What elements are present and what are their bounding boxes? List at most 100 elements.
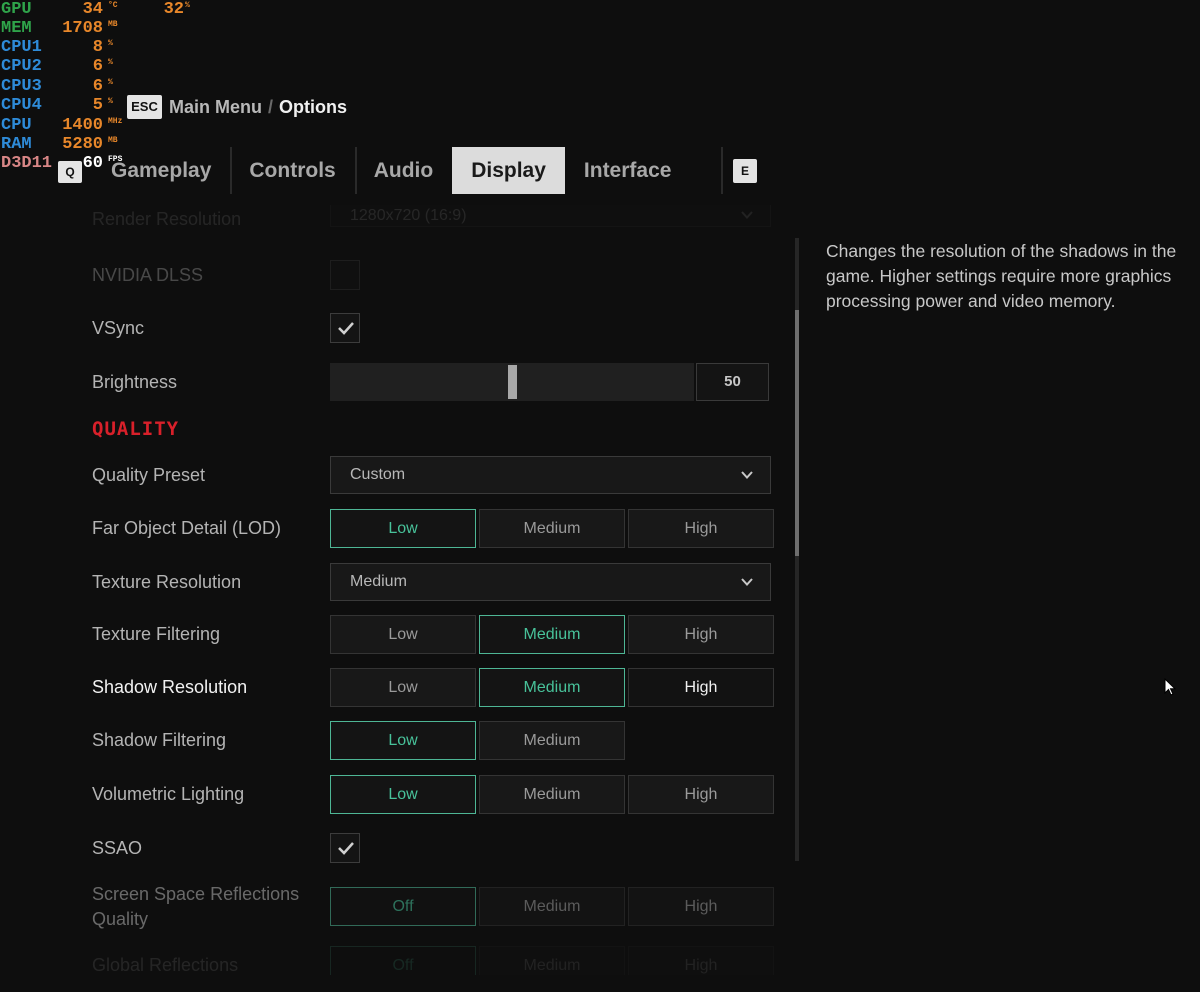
option-medium-button[interactable]: Medium — [479, 775, 625, 814]
option-high-button[interactable]: High — [628, 946, 774, 975]
setting-label: Texture Resolution — [92, 572, 242, 592]
checkmark-icon — [338, 842, 354, 855]
chevron-down-icon — [741, 211, 753, 219]
osd-value: 32 — [163, 0, 184, 19]
osd-unit: % — [108, 97, 113, 106]
breadcrumb-options: Options — [279, 97, 348, 117]
osd-cpu2-row: CPU2 6 % — [0, 57, 200, 77]
setting-label: NVIDIA DLSS — [92, 265, 204, 285]
global-reflections-options: Off Medium High — [330, 946, 777, 975]
ssao-checkbox[interactable] — [330, 833, 360, 863]
scrollbar-thumb[interactable] — [795, 310, 799, 556]
osd-unit: MB — [108, 20, 118, 29]
osd-gpu-row: GPU 34 °C 32 % — [0, 0, 200, 20]
option-medium-button[interactable]: Medium — [479, 615, 625, 654]
setting-label: Global Reflections — [92, 955, 239, 975]
breadcrumb-separator: / — [268, 97, 274, 117]
setting-label: Shadow Filtering — [92, 730, 227, 750]
setting-label: Render Resolution — [92, 209, 242, 229]
section-title-quality: QUALITY — [92, 418, 180, 440]
setting-render-resolution: Render Resolution 1280x720 (16:9) — [92, 205, 782, 241]
setting-volumetric-lighting: Volumetric Lighting Low Medium High — [92, 775, 782, 814]
setting-label: Volumetric Lighting — [92, 784, 245, 804]
option-medium-button[interactable]: Medium — [479, 946, 625, 975]
setting-quality-preset: Quality Preset Custom — [92, 456, 782, 494]
option-low-button[interactable]: Low — [330, 509, 476, 548]
setting-label: Far Object Detail (LOD) — [92, 518, 282, 538]
osd-cpu3-row: CPU3 6 % — [0, 77, 200, 97]
option-low-button[interactable]: Low — [330, 775, 476, 814]
option-high-button[interactable]: High — [628, 615, 774, 654]
osd-unit: % — [108, 78, 113, 87]
setting-ssao: SSAO — [92, 833, 782, 863]
tabs-divider — [721, 147, 723, 194]
settings-scrollbar[interactable] — [795, 238, 799, 861]
brightness-value[interactable]: 50 — [696, 363, 769, 401]
setting-ssr-quality: Screen Space Reflections Quality Off Med… — [92, 882, 782, 934]
setting-label: SSAO — [92, 838, 143, 858]
setting-brightness: Brightness 50 — [92, 363, 782, 401]
osd-value: 8 — [92, 38, 103, 57]
osd-unit: % — [108, 58, 113, 67]
brightness-slider[interactable] — [330, 363, 694, 401]
dropdown-value: Medium — [350, 573, 407, 590]
osd-value: 60 — [82, 154, 103, 173]
option-high-button[interactable]: High — [628, 775, 774, 814]
setting-shadow-resolution: Shadow Resolution Low Medium High — [92, 668, 782, 707]
texture-resolution-dropdown[interactable]: Medium — [330, 563, 771, 601]
osd-unit: % — [185, 1, 190, 10]
tab-controls[interactable]: Controls — [230, 147, 354, 194]
osd-d3d-row: D3D11 60 FPS — [0, 154, 200, 174]
osd-value: 5280 — [62, 135, 103, 154]
render-resolution-dropdown[interactable]: 1280x720 (16:9) — [330, 205, 771, 227]
osd-cpu1-row: CPU1 8 % — [0, 38, 200, 58]
nvidia-dlss-checkbox[interactable] — [330, 260, 360, 290]
next-tab-key[interactable]: E — [733, 159, 757, 183]
option-high-button[interactable]: High — [628, 668, 774, 707]
shadow-resolution-options: Low Medium High — [330, 668, 777, 707]
option-high-button[interactable]: High — [628, 509, 774, 548]
ssr-quality-options: Off Medium High — [330, 887, 777, 926]
vsync-checkbox[interactable] — [330, 313, 360, 343]
osd-value: 34 — [82, 0, 103, 19]
option-low-button[interactable]: Low — [330, 721, 476, 760]
option-high-button[interactable]: High — [628, 887, 774, 926]
chevron-down-icon — [741, 471, 753, 479]
osd-unit: FPS — [108, 155, 123, 164]
setting-label: Texture Filtering — [92, 624, 221, 644]
texture-filtering-options: Low Medium High — [330, 615, 777, 654]
osd-cpu-row: CPU 1400 MHz — [0, 116, 200, 136]
settings-list: Render Resolution 1280x720 (16:9) NVIDIA… — [0, 205, 790, 975]
setting-label: Shadow Resolution — [92, 677, 248, 697]
osd-ram-row: RAM 5280 MB — [0, 135, 200, 155]
tab-display[interactable]: Display — [452, 147, 565, 194]
osd-value: 1708 — [62, 19, 103, 38]
tab-audio[interactable]: Audio — [354, 147, 452, 194]
dropdown-value: Custom — [350, 466, 406, 483]
osd-unit: °C — [108, 1, 118, 10]
setting-label-line: Quality — [92, 909, 149, 929]
option-low-button[interactable]: Low — [330, 615, 476, 654]
setting-texture-resolution: Texture Resolution Medium — [92, 563, 782, 601]
chevron-down-icon — [741, 578, 753, 586]
osd-unit: MB — [108, 136, 118, 145]
option-medium-button[interactable]: Medium — [479, 721, 625, 760]
setting-description: Changes the resolution of the shadows in… — [826, 241, 1177, 311]
slider-thumb[interactable] — [508, 365, 517, 399]
setting-nvidia-dlss: NVIDIA DLSS — [92, 260, 782, 290]
setting-texture-filtering: Texture Filtering Low Medium High — [92, 615, 782, 654]
option-medium-button[interactable]: Medium — [479, 887, 625, 926]
setting-label: VSync — [92, 318, 145, 338]
tab-interface[interactable]: Interface — [565, 147, 691, 194]
option-medium-button[interactable]: Medium — [479, 509, 625, 548]
mouse-cursor-icon — [1164, 678, 1176, 696]
option-medium-button[interactable]: Medium — [479, 668, 625, 707]
setting-label: Quality Preset — [92, 465, 206, 485]
checkmark-icon — [338, 322, 354, 335]
setting-shadow-filtering: Shadow Filtering Low Medium — [92, 721, 782, 760]
quality-preset-dropdown[interactable]: Custom — [330, 456, 771, 494]
option-low-button[interactable]: Low — [330, 668, 476, 707]
option-off-button[interactable]: Off — [330, 946, 476, 975]
osd-value: 5 — [92, 96, 103, 115]
option-off-button[interactable]: Off — [330, 887, 476, 926]
